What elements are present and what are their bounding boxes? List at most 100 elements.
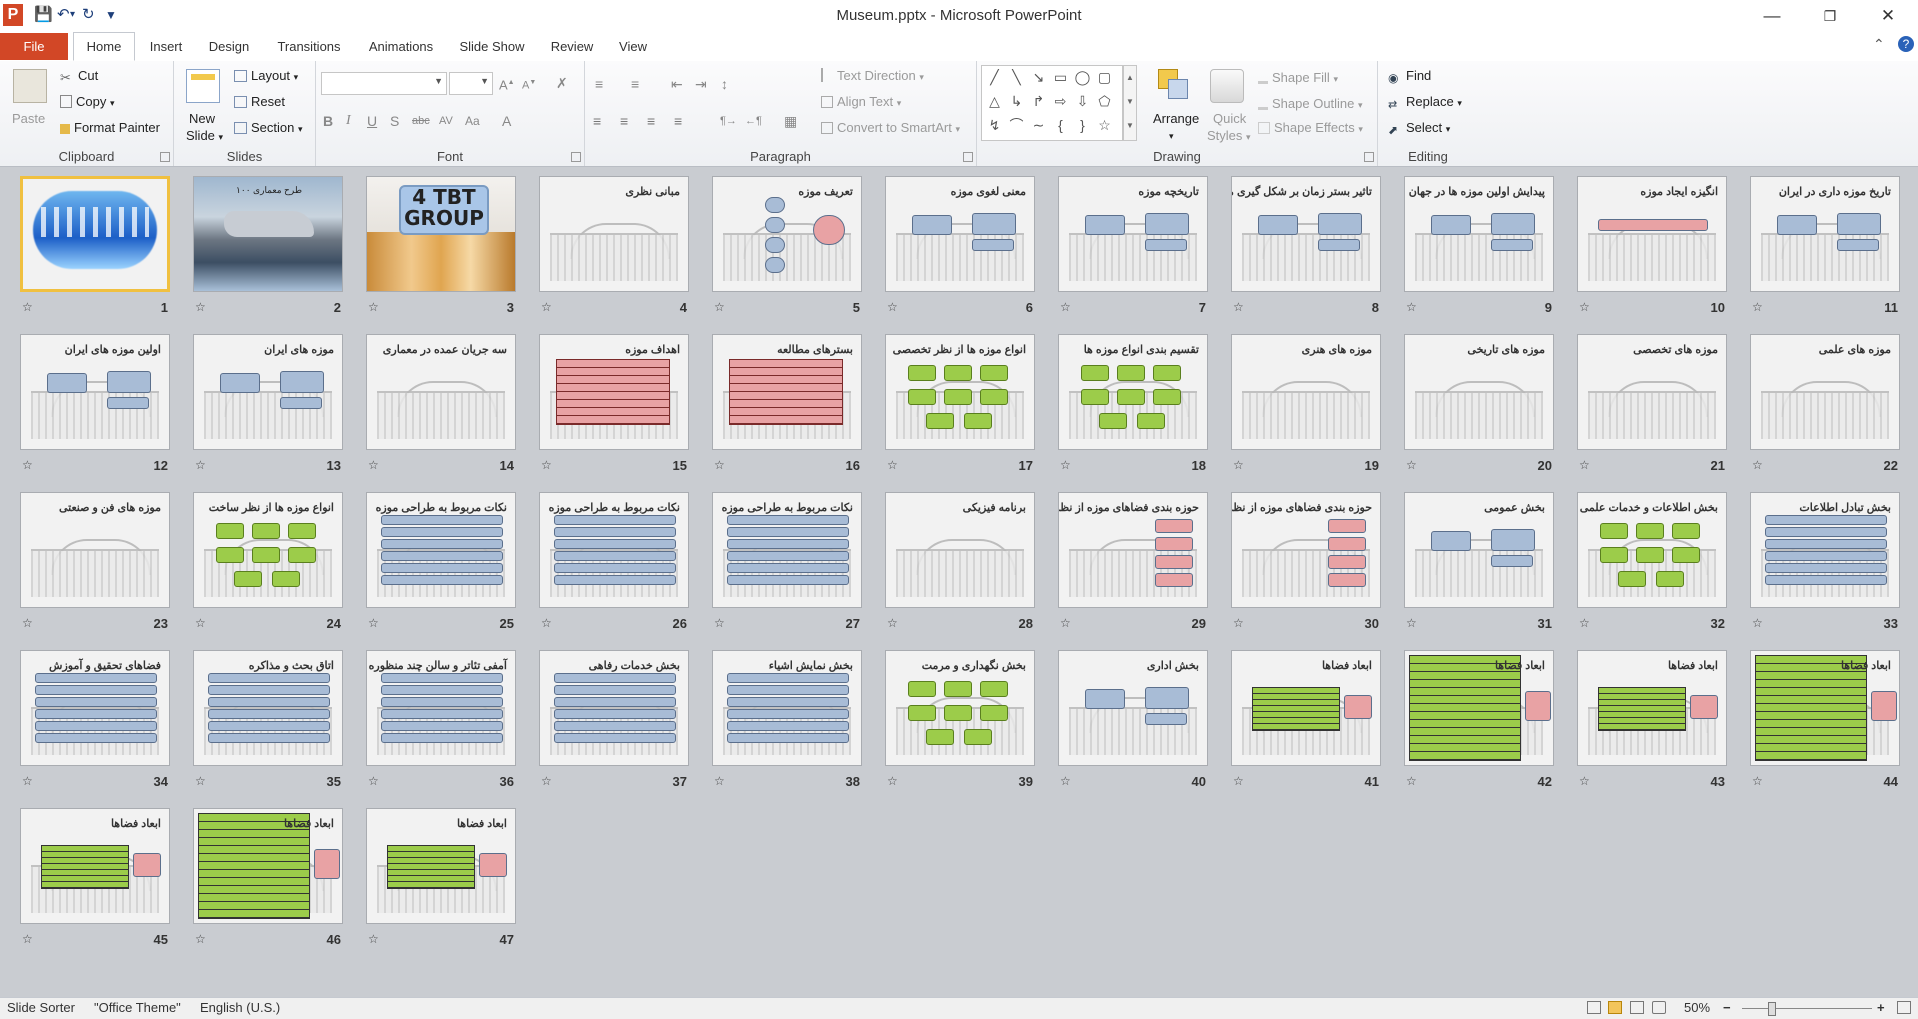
slide-preview[interactable]: بسترهای مطالعه	[712, 334, 862, 450]
transition-star-icon[interactable]: ☆	[541, 616, 552, 630]
transition-star-icon[interactable]: ☆	[1233, 300, 1244, 314]
zoom-level[interactable]: 50%	[1684, 1000, 1710, 1015]
replace-button[interactable]: ⇄ Replace ▾	[1388, 93, 1462, 112]
rtl-icon[interactable]: ←¶	[745, 112, 762, 130]
justify-icon[interactable]: ≡	[674, 112, 682, 130]
transition-star-icon[interactable]: ☆	[1406, 616, 1417, 630]
slide-thumbnail[interactable]: ابعاد فضاها 42 ☆	[1404, 650, 1554, 789]
slide-sorter-view-icon[interactable]	[1608, 1001, 1622, 1014]
new-slide-icon[interactable]	[186, 69, 220, 103]
font-color-icon[interactable]: A	[502, 112, 511, 130]
curve-shape-icon[interactable]: ⌒	[1008, 117, 1025, 134]
transition-star-icon[interactable]: ☆	[1406, 458, 1417, 472]
slide-thumbnail[interactable]: بخش اطلاعات و خدمات علمی 32 ☆	[1577, 492, 1727, 631]
bold-icon[interactable]: B	[323, 112, 333, 130]
slide-thumbnail[interactable]: ابعاد فضاها 47 ☆	[366, 808, 516, 947]
slide-preview[interactable]: آمفی تئاتر و سالن چند منظوره	[366, 650, 516, 766]
slide-preview[interactable]: موزه های تخصصی	[1577, 334, 1727, 450]
normal-view-icon[interactable]	[1587, 1001, 1601, 1014]
transition-star-icon[interactable]: ☆	[368, 932, 379, 946]
slide-thumbnail[interactable]: موزه های فن و صنعتی 23 ☆	[20, 492, 170, 631]
reset-button[interactable]: Reset	[234, 93, 285, 111]
slide-preview[interactable]: موزه های تاریخی	[1404, 334, 1554, 450]
transition-star-icon[interactable]: ☆	[887, 300, 898, 314]
slide-preview[interactable]: بخش اداری	[1058, 650, 1208, 766]
character-spacing-icon[interactable]: AV	[439, 112, 453, 130]
transition-star-icon[interactable]: ☆	[1060, 458, 1071, 472]
zoom-out-icon[interactable]: −	[1723, 1000, 1731, 1015]
oval-shape-icon[interactable]: ◯	[1074, 69, 1091, 86]
find-button[interactable]: ◉ Find	[1388, 67, 1431, 85]
slide-thumbnail[interactable]: حوزه بندی فضاهای موزه از نظر عملکرد 30 ☆	[1231, 492, 1381, 631]
transition-star-icon[interactable]: ☆	[541, 458, 552, 472]
transition-star-icon[interactable]: ☆	[22, 774, 33, 788]
drawing-launcher-icon[interactable]	[1364, 152, 1374, 162]
slide-preview[interactable]: معنی لغوی موزه	[885, 176, 1035, 292]
tab-view[interactable]: View	[610, 33, 656, 60]
close-button[interactable]: ✕	[1859, 0, 1917, 32]
slide-thumbnail[interactable]: بخش خدمات رفاهی 37 ☆	[539, 650, 689, 789]
transition-star-icon[interactable]: ☆	[368, 774, 379, 788]
ltr-icon[interactable]: ¶→	[720, 112, 737, 130]
transition-star-icon[interactable]: ☆	[368, 616, 379, 630]
transition-star-icon[interactable]: ☆	[1579, 616, 1590, 630]
align-right-icon[interactable]: ≡	[647, 112, 655, 130]
slide-thumbnail[interactable]: موزه های تخصصی 21 ☆	[1577, 334, 1727, 473]
slide-thumbnail[interactable]: تقسیم بندی انواع موزه ها 18 ☆	[1058, 334, 1208, 473]
rectangle-shape-icon[interactable]: ▭	[1052, 69, 1069, 86]
slide-preview[interactable]: مبانی نظری	[539, 176, 689, 292]
zoom-in-icon[interactable]: +	[1877, 1000, 1885, 1015]
transition-star-icon[interactable]: ☆	[22, 932, 33, 946]
transition-star-icon[interactable]: ☆	[541, 774, 552, 788]
slide-thumbnail[interactable]: نکات مربوط به طراحی موزه 26 ☆	[539, 492, 689, 631]
font-launcher-icon[interactable]	[571, 152, 581, 162]
tab-review[interactable]: Review	[543, 33, 601, 60]
slide-thumbnail[interactable]: بسترهای مطالعه 16 ☆	[712, 334, 862, 473]
slide-preview[interactable]: بخش نگهداری و مرمت	[885, 650, 1035, 766]
transition-star-icon[interactable]: ☆	[1406, 774, 1417, 788]
slide-thumbnail[interactable]: مبانی نظری 4 ☆	[539, 176, 689, 315]
shrink-font-icon[interactable]: A▼	[522, 74, 536, 95]
copy-button[interactable]: Copy ▾	[60, 93, 115, 112]
transition-star-icon[interactable]: ☆	[1060, 300, 1071, 314]
transition-star-icon[interactable]: ☆	[714, 774, 725, 788]
reading-view-icon[interactable]	[1630, 1001, 1644, 1014]
align-left-icon[interactable]: ≡	[593, 112, 601, 130]
transition-star-icon[interactable]: ☆	[1579, 458, 1590, 472]
pentagon-shape-icon[interactable]: ⬠	[1096, 93, 1113, 110]
transition-star-icon[interactable]: ☆	[368, 458, 379, 472]
transition-star-icon[interactable]: ☆	[1233, 616, 1244, 630]
transition-star-icon[interactable]: ☆	[1752, 616, 1763, 630]
transition-star-icon[interactable]: ☆	[1233, 774, 1244, 788]
slide-preview[interactable]: تقسیم بندی انواع موزه ها	[1058, 334, 1208, 450]
brace-shape-icon[interactable]: {	[1052, 117, 1069, 134]
arrange-button[interactable]: Arrange	[1153, 110, 1199, 128]
slide-preview[interactable]: بخش خدمات رفاهی	[539, 650, 689, 766]
arrange-icon[interactable]	[1158, 69, 1190, 101]
slide-thumbnail[interactable]: پیدایش اولین موزه ها در جهان 9 ☆	[1404, 176, 1554, 315]
numbering-icon[interactable]: ≡	[631, 75, 639, 93]
slide-thumbnail[interactable]: ابعاد فضاها 43 ☆	[1577, 650, 1727, 789]
paragraph-launcher-icon[interactable]	[963, 152, 973, 162]
fit-to-window-icon[interactable]	[1897, 1001, 1911, 1014]
select-button[interactable]: ⬈ Select ▾	[1388, 119, 1450, 138]
slide-preview[interactable]: اولین موزه های ایران	[20, 334, 170, 450]
slide-thumbnail[interactable]: ابعاد فضاها 46 ☆	[193, 808, 343, 947]
slide-preview[interactable]: حوزه بندی فضاهای موزه از نظر میزان	[1058, 492, 1208, 608]
slide-thumbnail[interactable]: بخش تبادل اطلاعات 33 ☆	[1750, 492, 1900, 631]
text-direction-button[interactable]: Text Direction ▾	[821, 67, 924, 86]
slide-thumbnail[interactable]: ابعاد فضاها 44 ☆	[1750, 650, 1900, 789]
freeform-shape-icon[interactable]: ↯	[986, 117, 1003, 134]
slide-thumbnail[interactable]: سه جریان عمده در معماری 14 ☆	[366, 334, 516, 473]
slide-thumbnail[interactable]: انواع موزه ها از نظر تخصصی 17 ☆	[885, 334, 1035, 473]
align-center-icon[interactable]: ≡	[620, 112, 628, 130]
shapes-gallery-scroll[interactable]: ▲ ▼ ▼	[1123, 65, 1137, 141]
new-slide-button[interactable]: Slide ▾	[186, 127, 223, 146]
clear-formatting-icon[interactable]: ✗	[556, 74, 568, 92]
rounded-rect-shape-icon[interactable]: ▢	[1096, 69, 1113, 86]
slide-thumbnail[interactable]: موزه های تاریخی 20 ☆	[1404, 334, 1554, 473]
quick-styles-label-1[interactable]: Quick	[1213, 110, 1246, 128]
arrange-dropdown-icon[interactable]: ▾	[1169, 127, 1174, 145]
tab-slide-show[interactable]: Slide Show	[452, 33, 532, 60]
slide-thumbnail[interactable]: فضاهای تحقیق و آموزش 34 ☆	[20, 650, 170, 789]
